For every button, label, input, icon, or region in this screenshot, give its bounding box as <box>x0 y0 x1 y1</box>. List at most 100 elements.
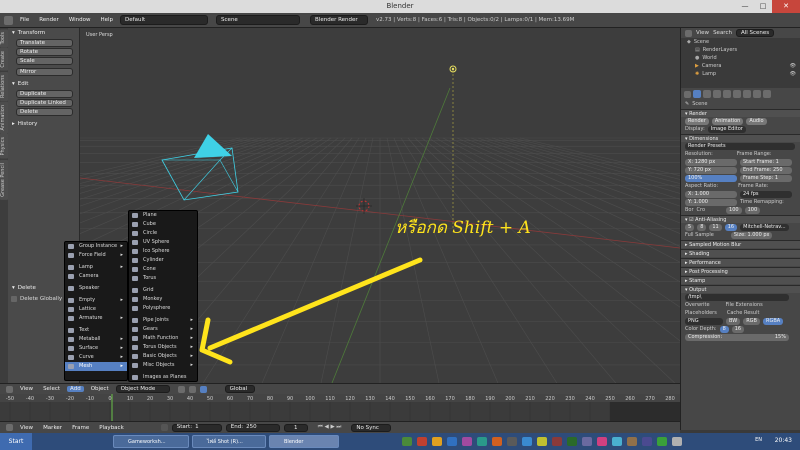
menu-item-empty[interactable]: Empty ▸ <box>65 296 127 305</box>
menu-item-lattice[interactable]: Lattice <box>65 305 127 314</box>
menu-item-monkey[interactable]: Monkey <box>129 295 197 304</box>
overwrite-checkbox[interactable]: Overwrite <box>685 301 710 309</box>
menu-playback[interactable]: Playback <box>96 425 127 431</box>
tab-grease-pencil[interactable]: Grease Pencil <box>0 159 8 200</box>
menu-item-cone[interactable]: Cone <box>129 265 197 274</box>
dimensions-panel-header[interactable]: ▾ Dimensions <box>681 134 800 142</box>
render-panel-header[interactable]: ▾ Render <box>681 109 800 117</box>
delete-button[interactable]: Delete <box>16 108 73 116</box>
menu-item-camera[interactable]: Camera <box>65 272 127 281</box>
performance-panel-header[interactable]: ▸ Performance <box>681 258 800 266</box>
tray-app-icon[interactable] <box>462 437 472 446</box>
scene-tab-icon[interactable] <box>713 90 721 98</box>
menu-item-uv-sphere[interactable]: UV Sphere <box>129 238 197 247</box>
color-mode-rgba[interactable]: RGBA <box>762 317 784 325</box>
tab-relations[interactable]: Relations <box>0 71 8 101</box>
render-audio-button[interactable]: Audio <box>746 117 767 125</box>
editor-type-icon[interactable] <box>4 15 13 25</box>
render-layers-tab-icon[interactable] <box>703 90 711 98</box>
tray-app-icon[interactable] <box>657 437 667 446</box>
border-checkbox[interactable]: Bor <box>685 206 694 214</box>
taskbar-item-screenshot[interactable]: ไฟล์ Shot (R)... <box>192 435 266 448</box>
tray-app-icon[interactable] <box>507 437 517 446</box>
tray-app-icon[interactable] <box>537 437 547 446</box>
tab-tools[interactable]: Tools <box>0 29 8 48</box>
menu-render[interactable]: Render <box>36 17 62 23</box>
color-depth-8[interactable]: 8 <box>719 325 729 333</box>
pivot-icon[interactable] <box>188 385 196 393</box>
compression-slider[interactable]: Compression: 15% <box>685 333 789 341</box>
orientation-selector[interactable]: Global <box>224 385 255 393</box>
editor-type-icon[interactable] <box>684 90 691 98</box>
post-processing-panel-header[interactable]: ▸ Post Processing <box>681 267 800 275</box>
outliner-display-mode[interactable]: All Scenes <box>735 29 775 37</box>
outliner-item-scene[interactable]: ◆ Scene <box>681 38 800 46</box>
close-button[interactable]: ✕ <box>772 0 800 13</box>
file-extensions-checkbox[interactable]: File Extensions <box>726 301 763 309</box>
remap-new-field[interactable]: 100 <box>744 206 761 214</box>
menu-marker[interactable]: Marker <box>40 425 65 431</box>
menu-item-surface[interactable]: Surface ▸ <box>65 344 127 353</box>
mirror-button[interactable]: Mirror <box>16 68 73 76</box>
resolution-percentage[interactable]: 100% <box>685 174 737 182</box>
menu-item-images-as-planes[interactable]: Images as Planes <box>129 373 197 382</box>
taskbar-item-browser[interactable]: Gameworksh... <box>113 435 189 448</box>
visibility-icon[interactable]: 👁 <box>790 70 796 78</box>
tray-app-icon[interactable] <box>627 437 637 446</box>
menu-item-group-instance[interactable]: Group Instance ▸ <box>65 242 127 251</box>
tray-app-icon[interactable] <box>582 437 592 446</box>
aa-samples-5[interactable]: 5 <box>685 223 695 231</box>
menu-item-cylinder[interactable]: Cylinder <box>129 256 197 265</box>
tray-app-icon[interactable] <box>642 437 652 446</box>
full-sample-checkbox[interactable]: Full Sample <box>685 231 714 239</box>
scene-selector[interactable]: Scene <box>216 15 301 25</box>
playback-controls[interactable]: ⏮ ◀ ▶ ⏭ <box>318 424 342 431</box>
menu-object[interactable]: Object <box>88 386 112 392</box>
scale-button[interactable]: Scale <box>16 57 73 65</box>
aa-size-field[interactable]: Size: 1.000 px <box>730 231 773 239</box>
preview-range-icon[interactable] <box>160 424 168 431</box>
shading-panel-header[interactable]: ▸ Shading <box>681 249 800 257</box>
output-path-field[interactable]: /tmp\ <box>685 293 789 301</box>
placeholders-checkbox[interactable]: Placeholders <box>685 309 717 317</box>
display-selector[interactable]: Image Editor <box>707 125 746 133</box>
timeline[interactable]: -50 -40 -30 -20 -10 0 10 20 30 40 50 60 70 80 90 100 110… <box>0 394 680 421</box>
anti-aliasing-panel-header[interactable]: ▾ ☑ Anti-Aliasing <box>681 215 800 223</box>
history-panel-header[interactable]: ▸ History <box>8 119 79 129</box>
menu-help[interactable]: Help <box>98 17 117 23</box>
menu-item-text[interactable]: Text <box>65 326 127 335</box>
sampled-motion-blur-header[interactable]: ▸ Sampled Motion Blur <box>681 240 800 248</box>
menu-view[interactable]: View <box>17 386 36 392</box>
delete-operator-header[interactable]: ▾ Delete <box>8 283 40 293</box>
resolution-y-field[interactable]: Y: 720 px <box>685 166 737 174</box>
aa-filter-selector[interactable]: Mitchell-Netrav... <box>740 223 789 231</box>
edit-panel-header[interactable]: ▾ Edit <box>8 79 79 89</box>
render-image-button[interactable]: Render <box>685 117 709 125</box>
menu-item-speaker[interactable]: Speaker <box>65 284 127 293</box>
layout-selector[interactable]: Default <box>120 15 209 25</box>
start-frame-field[interactable]: Start: 1 <box>171 423 222 432</box>
stamp-panel-header[interactable]: ▸ Stamp <box>681 276 800 284</box>
resolution-x-field[interactable]: X: 1280 px <box>685 158 737 166</box>
current-frame-field[interactable]: 1 <box>283 423 308 432</box>
aa-samples-16[interactable]: 16 <box>724 223 738 231</box>
color-depth-16[interactable]: 16 <box>731 325 745 333</box>
mode-selector[interactable]: Object Mode <box>115 385 170 393</box>
tray-app-icon[interactable] <box>492 437 502 446</box>
aspect-x-field[interactable]: X: 1.000 <box>685 190 737 198</box>
tray-app-icon[interactable] <box>417 437 427 446</box>
crop-checkbox[interactable]: Cro <box>697 206 706 214</box>
menu-item-armature[interactable]: Armature ▸ <box>65 314 127 323</box>
render-tab-icon[interactable] <box>693 90 701 98</box>
outliner-search-menu[interactable]: Search <box>713 30 732 36</box>
menu-item-ico-sphere[interactable]: Ico Sphere <box>129 247 197 256</box>
menu-item-mesh[interactable]: Mesh ▸ <box>65 362 127 371</box>
rotate-button[interactable]: Rotate <box>16 48 73 56</box>
menu-file[interactable]: File <box>17 17 32 23</box>
tray-app-icon[interactable] <box>447 437 457 446</box>
object-tab-icon[interactable] <box>733 90 741 98</box>
tray-app-icon[interactable] <box>567 437 577 446</box>
menu-item-lamp[interactable]: Lamp ▸ <box>65 263 127 272</box>
translate-button[interactable]: Translate <box>16 39 73 47</box>
delete-globally-option[interactable]: Delete Globally <box>11 296 62 302</box>
